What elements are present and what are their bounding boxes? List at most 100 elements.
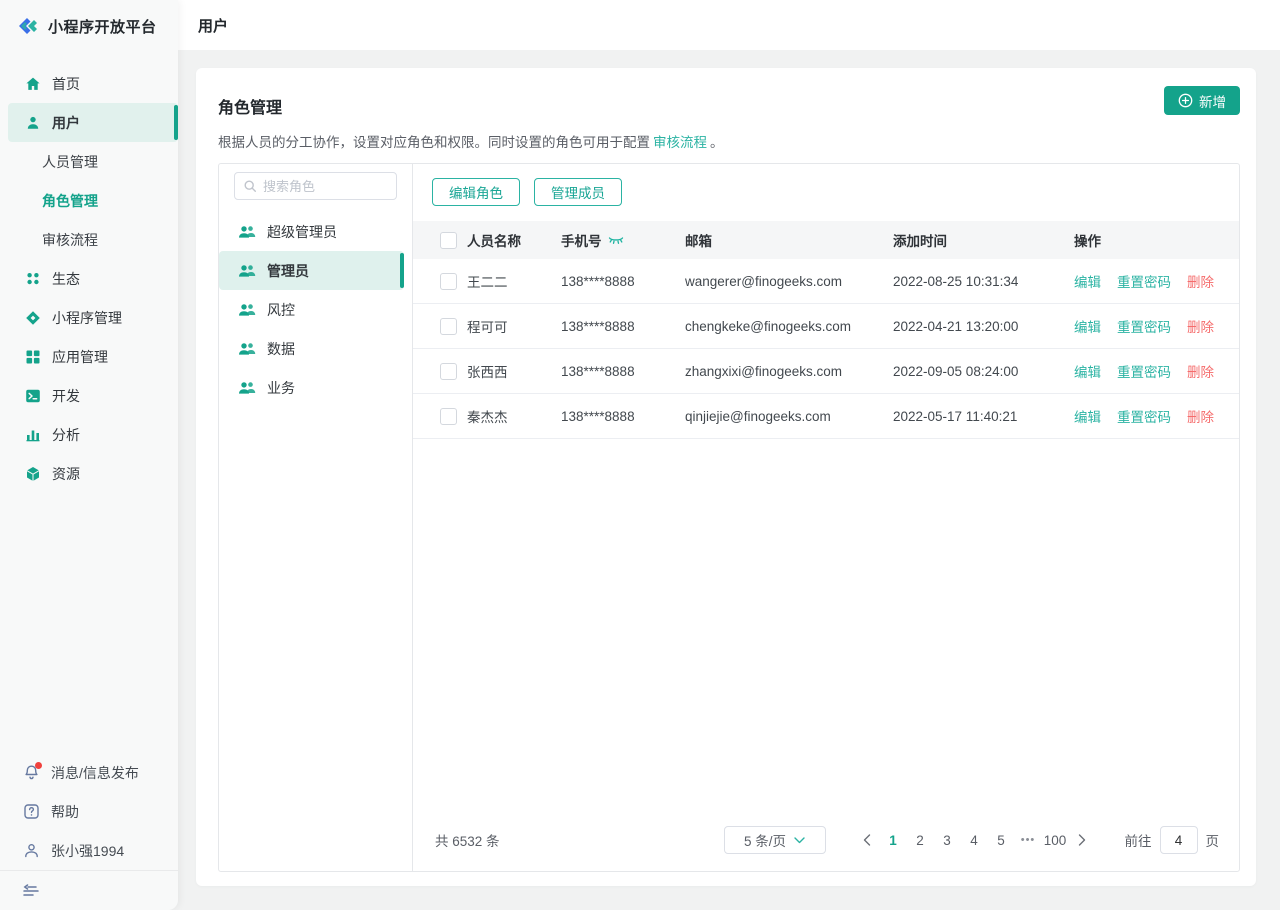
description-text: 根据人员的分工协作，设置对应角色和权限。同时设置的角色可用于配置	[218, 135, 650, 150]
cell-email: qinjiejie@finogeeks.com	[685, 409, 893, 424]
reset-password-action[interactable]: 重置密码	[1117, 406, 1171, 426]
user-icon	[24, 114, 41, 131]
table-row: 程可可 138****8888 chengkeke@finogeeks.com …	[413, 304, 1239, 349]
select-all-checkbox[interactable]	[440, 232, 457, 249]
pagination: 共 6532 条 5 条/页	[413, 813, 1239, 871]
sidebar-item-miniprogram-management[interactable]: 小程序管理	[0, 298, 178, 337]
review-flow-link[interactable]: 审核流程	[653, 135, 707, 150]
cell-phone: 138****8888	[561, 364, 685, 379]
sidebar-subitem-label: 审核流程	[42, 230, 98, 250]
edit-action[interactable]: 编辑	[1074, 361, 1101, 381]
page-number[interactable]: 3	[934, 826, 961, 854]
page-size-select[interactable]: 5 条/页	[724, 826, 826, 854]
row-checkbox[interactable]	[440, 273, 457, 290]
sidebar-item-personnel-management[interactable]: 人员管理	[0, 142, 178, 181]
sidebar-footer-label: 帮助	[51, 802, 79, 822]
sidebar: 小程序开放平台 首页 用户 人员管理 角色管理 审核流程 生	[0, 0, 178, 910]
next-page-button[interactable]	[1069, 826, 1095, 854]
edit-action[interactable]: 编辑	[1074, 271, 1101, 291]
sidebar-footer-label: 消息/信息发布	[51, 763, 139, 783]
page-number-last[interactable]: 100	[1042, 826, 1069, 854]
topbar-title: 用户	[198, 15, 228, 36]
reset-password-action[interactable]: 重置密码	[1117, 316, 1171, 336]
sidebar-item-role-management[interactable]: 角色管理	[0, 181, 178, 220]
cell-added: 2022-09-05 08:24:00	[893, 364, 1074, 379]
sidebar-item-home[interactable]: 首页	[0, 64, 178, 103]
header-added: 添加时间	[893, 230, 1074, 250]
cube-icon	[24, 465, 41, 482]
sidebar-item-review-flow[interactable]: 审核流程	[0, 220, 178, 259]
delete-action[interactable]: 删除	[1187, 271, 1214, 291]
cell-email: chengkeke@finogeeks.com	[685, 319, 893, 334]
role-item-data[interactable]: 数据	[219, 329, 404, 368]
eye-closed-icon[interactable]	[608, 234, 624, 246]
cell-added: 2022-08-25 10:31:34	[893, 274, 1074, 289]
page-number[interactable]: 2	[907, 826, 934, 854]
manage-members-button[interactable]: 管理成员	[534, 178, 622, 206]
description-suffix: 。	[710, 135, 724, 150]
edit-action[interactable]: 编辑	[1074, 406, 1101, 426]
table-row: 张西西 138****8888 zhangxixi@finogeeks.com …	[413, 349, 1239, 394]
sidebar-item-app-management[interactable]: 应用管理	[0, 337, 178, 376]
more-pages-icon[interactable]: •••	[1015, 834, 1042, 846]
add-button[interactable]: 新增	[1164, 86, 1240, 115]
role-name: 业务	[267, 378, 295, 398]
delete-action[interactable]: 删除	[1187, 316, 1214, 336]
sidebar-item-label: 分析	[52, 425, 80, 445]
prev-page-button[interactable]	[854, 826, 880, 854]
reset-password-action[interactable]: 重置密码	[1117, 271, 1171, 291]
row-checkbox[interactable]	[440, 363, 457, 380]
page-description: 根据人员的分工协作，设置对应角色和权限。同时设置的角色可用于配置审核流程。	[218, 131, 1240, 151]
role-search-input[interactable]	[263, 179, 388, 194]
sidebar-item-resources[interactable]: 资源	[0, 454, 178, 493]
sidebar-item-label: 开发	[52, 386, 80, 406]
sidebar-collapse-button[interactable]	[0, 870, 178, 910]
page-number[interactable]: 5	[988, 826, 1015, 854]
edit-role-button[interactable]: 编辑角色	[432, 178, 520, 206]
sidebar-item-messages[interactable]: 消息/信息发布	[0, 753, 178, 792]
brand: 小程序开放平台	[0, 0, 178, 52]
pagination-controls: 5 条/页 1 2 3	[724, 826, 1220, 854]
sidebar-item-analytics[interactable]: 分析	[0, 415, 178, 454]
cell-email: zhangxixi@finogeeks.com	[685, 364, 893, 379]
sidebar-item-account[interactable]: 张小强1994	[0, 831, 178, 870]
sidebar-item-users[interactable]: 用户	[8, 103, 178, 142]
cell-name: 王二二	[457, 271, 561, 291]
sidebar-item-ecosystem[interactable]: 生态	[0, 259, 178, 298]
page-size-value: 5 条/页	[744, 830, 786, 850]
role-item-super-admin[interactable]: 超级管理员	[219, 212, 404, 251]
sidebar-footer-label: 张小强1994	[51, 841, 124, 861]
role-group-icon	[238, 341, 256, 357]
delete-action[interactable]: 删除	[1187, 406, 1214, 426]
header-phone: 手机号	[561, 230, 685, 250]
delete-action[interactable]: 删除	[1187, 361, 1214, 381]
sidebar-item-help[interactable]: 帮助	[0, 792, 178, 831]
table-row: 秦杰杰 138****8888 qinjiejie@finogeeks.com …	[413, 394, 1239, 439]
sidebar-subitem-label: 角色管理	[42, 191, 98, 211]
role-name: 风控	[267, 300, 295, 320]
role-list-column: 超级管理员 管理员 风控	[219, 164, 413, 871]
role-search[interactable]	[234, 172, 397, 200]
topbar: 用户	[178, 0, 1280, 50]
page-number[interactable]: 1	[880, 826, 907, 854]
diamond-icon	[24, 309, 41, 326]
role-item-business[interactable]: 业务	[219, 368, 404, 407]
row-checkbox[interactable]	[440, 318, 457, 335]
role-group-icon	[238, 224, 256, 240]
role-item-admin[interactable]: 管理员	[219, 251, 404, 290]
edit-action[interactable]: 编辑	[1074, 316, 1101, 336]
page-number[interactable]: 4	[961, 826, 988, 854]
chevron-down-icon	[794, 837, 805, 844]
cell-email: wangerer@finogeeks.com	[685, 274, 893, 289]
page-title: 角色管理	[218, 94, 1240, 118]
pager: 1 2 3 4 5 ••• 100	[854, 826, 1095, 854]
role-item-risk-control[interactable]: 风控	[219, 290, 404, 329]
row-checkbox[interactable]	[440, 408, 457, 425]
goto-page-input[interactable]	[1160, 826, 1198, 854]
reset-password-action[interactable]: 重置密码	[1117, 361, 1171, 381]
help-icon	[22, 803, 40, 821]
terminal-icon	[24, 387, 41, 404]
role-group-icon	[238, 263, 256, 279]
cell-added: 2022-05-17 11:40:21	[893, 409, 1074, 424]
sidebar-item-development[interactable]: 开发	[0, 376, 178, 415]
